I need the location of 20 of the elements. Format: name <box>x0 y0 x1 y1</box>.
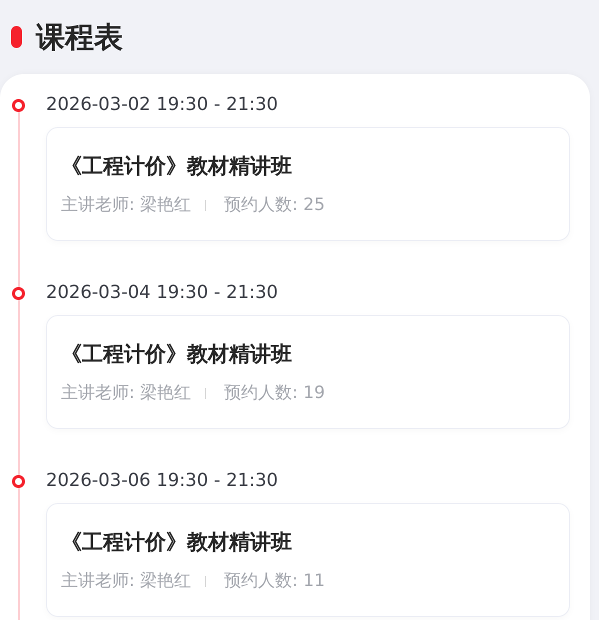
booking-count: 预约人数: 25 <box>224 194 325 216</box>
lesson-time: 2026-03-02 19:30 - 21:30 <box>46 93 280 117</box>
teacher-name: 主讲老师: 梁艳红 <box>61 382 192 404</box>
lesson-time: 2026-03-04 19:30 - 21:30 <box>46 281 280 305</box>
lesson-card[interactable]: 《工程计价》教材精讲班 主讲老师: 梁艳红 预约人数: 25 <box>46 127 570 241</box>
timeline-dot <box>12 286 24 300</box>
lesson-card[interactable]: 《工程计价》教材精讲班 主讲老师: 梁艳红 预约人数: 11 <box>46 503 570 617</box>
lesson-title: 《工程计价》教材精讲班 <box>61 341 293 368</box>
timeline-dot <box>12 98 24 112</box>
teacher-name: 主讲老师: 梁艳红 <box>61 570 192 592</box>
lesson-time: 2026-03-06 19:30 - 21:30 <box>46 469 280 493</box>
timeline-dot <box>12 474 24 488</box>
title-accent-bar <box>11 26 22 48</box>
lesson-title: 《工程计价》教材精讲班 <box>61 153 293 180</box>
lesson-title: 《工程计价》教材精讲班 <box>61 529 293 556</box>
booking-count: 预约人数: 19 <box>224 382 325 404</box>
page-title: 课程表 <box>36 22 123 52</box>
lesson-card[interactable]: 《工程计价》教材精讲班 主讲老师: 梁艳红 预约人数: 19 <box>46 315 570 429</box>
teacher-name: 主讲老师: 梁艳红 <box>61 194 192 216</box>
booking-count: 预约人数: 11 <box>224 570 325 592</box>
